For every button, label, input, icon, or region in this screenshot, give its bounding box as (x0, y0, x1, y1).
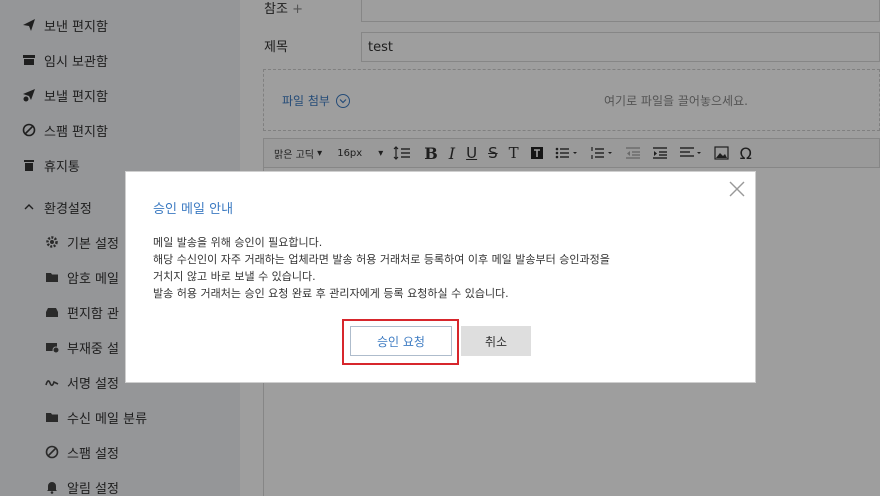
dialog-title: 승인 메일 안내 (153, 202, 234, 217)
dialog-line: 거치지 않고 바로 보낼 수 있습니다. (153, 270, 316, 283)
dialog-line: 해당 수신인이 자주 거래하는 업체라면 발송 허용 거래처로 등록하여 이후 … (153, 253, 610, 266)
dialog-message: 메일 발송을 위해 승인이 필요합니다. 해당 수신인이 자주 거래하는 업체라… (153, 234, 743, 302)
dialog-line: 발송 허용 거래처는 승인 요청 완료 후 관리자에게 등록 요청하실 수 있습… (153, 287, 509, 300)
close-icon[interactable] (727, 179, 747, 199)
cancel-button[interactable]: 취소 (461, 326, 531, 356)
approval-dialog: 승인 메일 안내 메일 발송을 위해 승인이 필요합니다. 해당 수신인이 자주… (125, 171, 756, 383)
dialog-line: 메일 발송을 위해 승인이 필요합니다. (153, 236, 323, 249)
request-approval-button[interactable]: 승인 요청 (350, 326, 452, 356)
